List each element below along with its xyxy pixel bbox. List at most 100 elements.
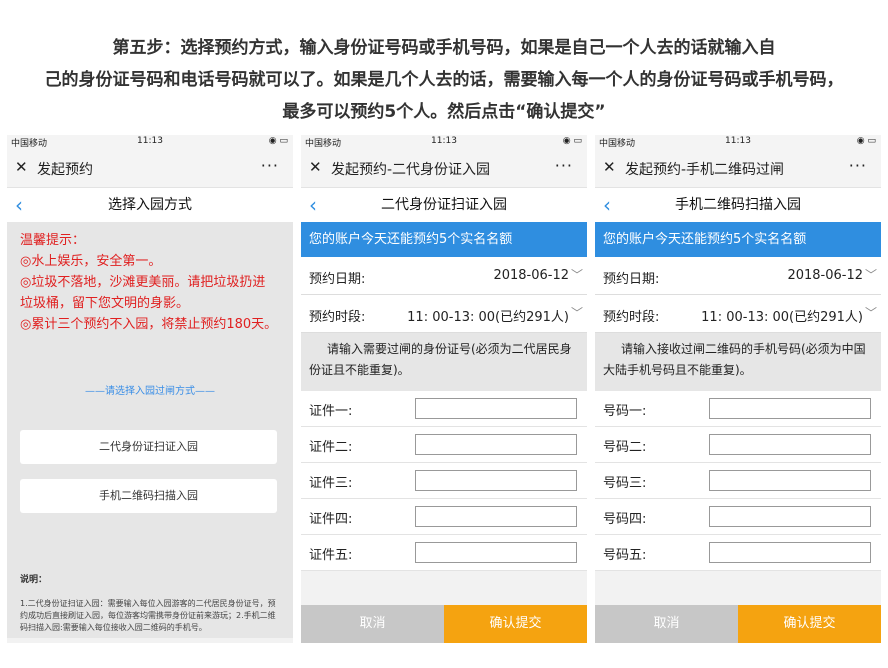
nav-title: 手机二维码扫描入园	[675, 197, 801, 213]
heading-line-3: 最多可以预约5个人。然后点击“确认提交”	[282, 102, 606, 122]
note-text: 1.二代身份证扫证入园：需要输入每位入园游客的二代居民身份证号，预约成功后直接刷…	[20, 599, 276, 632]
note-title: 说明：	[20, 575, 48, 585]
phone-field-row: 号码三:	[595, 463, 881, 499]
back-icon[interactable]: ‹	[309, 188, 317, 222]
date-label: 预约日期:	[309, 272, 366, 287]
slot-value: 11: 00-13: 00(已约291人)	[701, 310, 863, 325]
date-value: 2018-06-12	[787, 268, 863, 283]
nav-title: 二代身份证扫证入园	[381, 197, 507, 213]
phone-input-5[interactable]	[709, 542, 871, 563]
instruction-text: 请输入接收过闸二维码的手机号码(必须为中国大陆手机号码且不能重复)。	[595, 333, 881, 391]
status-bar: 中国移动 11:13 ◉ ▭	[7, 135, 293, 149]
battery-icon: ◉ ▭	[562, 136, 582, 146]
phone-field-row: 号码二:	[595, 427, 881, 463]
back-icon[interactable]: ‹	[15, 188, 23, 222]
field-label: 证件三:	[309, 476, 353, 491]
phone-screen-qr-code: 中国移动 11:13 ◉ ▭ ✕ 发起预约-手机二维码过闸 ··· ‹ 手机二维…	[595, 135, 881, 643]
wechat-title: 发起预约	[37, 162, 93, 178]
close-icon[interactable]: ✕	[309, 158, 322, 176]
page-heading: 第五步：选择预约方式，输入身份证号码或手机号码，如果是自己一个人去的话就输入自 …	[0, 32, 888, 128]
phone-input-2[interactable]	[709, 434, 871, 455]
more-icon[interactable]: ···	[555, 156, 573, 175]
slot-label: 预约时段:	[603, 310, 660, 325]
warm-tips: 温馨提示： ◎水上娱乐，安全第一。 ◎垃圾不落地，沙滩更美丽。请把垃圾扔进垃圾桶…	[20, 230, 278, 335]
slot-value: 11: 00-13: 00(已约291人)	[407, 310, 569, 325]
battery-icon: ◉ ▭	[268, 136, 288, 146]
id-card-entry-button[interactable]: 二代身份证扫证入园	[20, 430, 277, 464]
phone-input-3[interactable]	[709, 470, 871, 491]
nav-bar: ‹ 手机二维码扫描入园	[595, 188, 881, 222]
battery-icon: ◉ ▭	[856, 136, 876, 146]
phone-input-1[interactable]	[709, 398, 871, 419]
nav-title: 选择入园方式	[108, 197, 192, 213]
more-icon[interactable]: ···	[849, 156, 867, 175]
tip-line: 温馨提示：	[20, 233, 86, 248]
chevron-down-icon: ﹀	[864, 306, 877, 320]
cancel-button[interactable]: 取消	[595, 605, 738, 643]
more-icon[interactable]: ···	[261, 156, 279, 175]
phone-field-row: 号码五:	[595, 535, 881, 571]
id-input-3[interactable]	[415, 470, 577, 491]
select-method-label: ——请选择入园过闸方式——	[85, 386, 215, 397]
field-label: 证件四:	[309, 512, 353, 527]
phone-screen-select-method: 中国移动 11:13 ◉ ▭ ✕ 发起预约 ··· ‹ 选择入园方式 温馨提示：…	[7, 135, 293, 643]
field-label: 证件一:	[309, 404, 353, 419]
action-bar: 取消 确认提交	[595, 605, 881, 643]
slot-label: 预约时段:	[309, 310, 366, 325]
id-field-row: 证件五:	[301, 535, 587, 571]
date-row[interactable]: 预约日期: 2018-06-12 ﹀	[301, 257, 587, 295]
tip-line: ◎水上娱乐，安全第一。	[20, 254, 162, 269]
field-label: 号码一:	[603, 404, 647, 419]
date-label: 预约日期:	[603, 272, 660, 287]
submit-button[interactable]: 确认提交	[738, 605, 881, 643]
id-input-2[interactable]	[415, 434, 577, 455]
qr-code-entry-button[interactable]: 手机二维码扫描入园	[20, 479, 277, 513]
id-input-4[interactable]	[415, 506, 577, 527]
quota-banner: 您的账户今天还能预约5个实名名额	[595, 222, 881, 257]
phone-field-row: 号码四:	[595, 499, 881, 535]
id-input-5[interactable]	[415, 542, 577, 563]
phone-field-row: 号码一:	[595, 391, 881, 427]
status-time: 11:13	[431, 136, 457, 146]
chevron-down-icon: ﹀	[570, 268, 583, 282]
tip-line: ◎垃圾不落地，沙滩更美丽。请把垃圾扔进垃圾桶，留下您文明的身影。	[20, 275, 266, 311]
id-field-row: 证件四:	[301, 499, 587, 535]
phone-screen-id-card: 中国移动 11:13 ◉ ▭ ✕ 发起预约-二代身份证入园 ··· ‹ 二代身份…	[301, 135, 587, 643]
slot-row[interactable]: 预约时段: 11: 00-13: 00(已约291人) ﹀	[595, 295, 881, 333]
close-icon[interactable]: ✕	[15, 158, 28, 176]
field-label: 证件二:	[309, 440, 353, 455]
status-time: 11:13	[725, 136, 751, 146]
field-label: 号码四:	[603, 512, 647, 527]
id-input-1[interactable]	[415, 398, 577, 419]
method-panel: 温馨提示： ◎水上娱乐，安全第一。 ◎垃圾不落地，沙滩更美丽。请把垃圾扔进垃圾桶…	[7, 222, 293, 638]
id-field-row: 证件三:	[301, 463, 587, 499]
phone-input-4[interactable]	[709, 506, 871, 527]
date-value: 2018-06-12	[493, 268, 569, 283]
wechat-titlebar: ✕ 发起预约-二代身份证入园 ···	[301, 149, 587, 188]
nav-bar: ‹ 选择入园方式	[7, 188, 293, 222]
submit-button[interactable]: 确认提交	[444, 605, 587, 643]
id-field-row: 证件二:	[301, 427, 587, 463]
wechat-titlebar: ✕ 发起预约-手机二维码过闸 ···	[595, 149, 881, 188]
date-row[interactable]: 预约日期: 2018-06-12 ﹀	[595, 257, 881, 295]
id-field-row: 证件一:	[301, 391, 587, 427]
field-label: 号码二:	[603, 440, 647, 455]
close-icon[interactable]: ✕	[603, 158, 616, 176]
instruction-text: 请输入需要过闸的身份证号(必须为二代居民身份证且不能重复)。	[301, 333, 587, 391]
field-label: 号码五:	[603, 548, 647, 563]
nav-bar: ‹ 二代身份证扫证入园	[301, 188, 587, 222]
status-bar: 中国移动 11:13 ◉ ▭	[595, 135, 881, 149]
quota-banner: 您的账户今天还能预约5个实名名额	[301, 222, 587, 257]
slot-row[interactable]: 预约时段: 11: 00-13: 00(已约291人) ﹀	[301, 295, 587, 333]
cancel-button[interactable]: 取消	[301, 605, 444, 643]
wechat-titlebar: ✕ 发起预约 ···	[7, 149, 293, 188]
wechat-title: 发起预约-手机二维码过闸	[625, 162, 785, 178]
heading-line-2: 己的身份证号码和电话号码就可以了。如果是几个人去的话，需要输入每一个人的身份证号…	[44, 70, 844, 90]
field-label: 证件五:	[309, 548, 353, 563]
chevron-down-icon: ﹀	[864, 268, 877, 282]
heading-line-1: 第五步：选择预约方式，输入身份证号码或手机号码，如果是自己一个人去的话就输入自	[112, 38, 776, 58]
back-icon[interactable]: ‹	[603, 188, 611, 222]
field-label: 号码三:	[603, 476, 647, 491]
action-bar: 取消 确认提交	[301, 605, 587, 643]
status-time: 11:13	[137, 136, 163, 146]
